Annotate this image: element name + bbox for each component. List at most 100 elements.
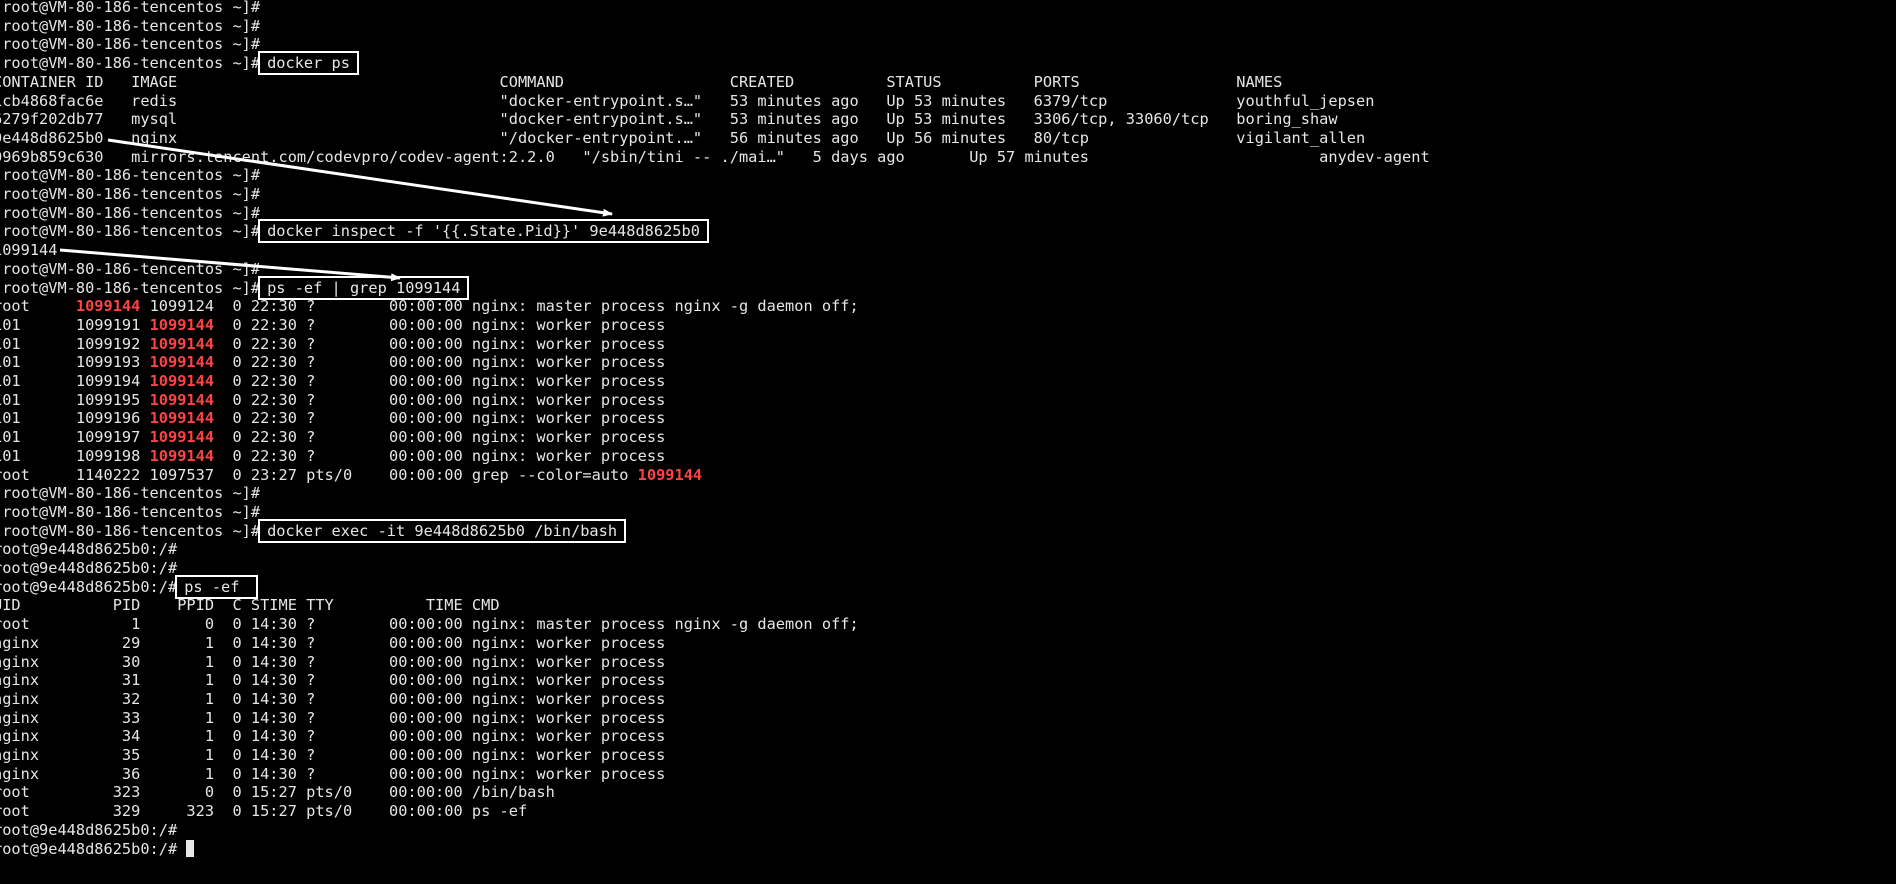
terminal-text: 0 22:30 ? 00:00:00 nginx: worker process — [214, 372, 666, 390]
terminal-line: 101 1099197 1099144 0 22:30 ? 00:00:00 n… — [0, 428, 665, 447]
terminal-text: 1cb4868fac6e redis "docker-entrypoint.s…… — [0, 91, 1375, 110]
terminal-text: nginx 32 1 0 14:30 ? 00:00:00 nginx: wor… — [0, 689, 666, 708]
terminal-text: root 323 0 0 15:27 pts/0 00:00:00 /bin/b… — [0, 783, 555, 802]
highlighted-pid: 1099144 — [149, 353, 215, 372]
boxed-command: docker exec -it 9e448d8625b0 /bin/bash — [258, 518, 627, 543]
terminal-text: root 329 323 0 15:27 pts/0 00:00:00 ps -… — [0, 802, 528, 821]
terminal-line: 6279f202db77 mysql "docker-entrypoint.s…… — [0, 110, 1338, 129]
terminal-line: [root@VM-80-186-tencentos ~]# — [0, 0, 260, 17]
terminal-line: nginx 30 1 0 14:30 ? 00:00:00 nginx: wor… — [0, 653, 665, 672]
terminal-text: root 1 0 0 14:30 ? 00:00:00 nginx: maste… — [0, 615, 859, 634]
terminal-text: [root@VM-80-186-tencentos ~]# — [0, 521, 261, 540]
boxed-command: docker inspect -f '{{.State.Pid}}' 9e448… — [258, 219, 709, 244]
terminal-line: root 1099144 1099124 0 22:30 ? 00:00:00 … — [0, 297, 859, 316]
terminal-line: [root@VM-80-186-tencentos ~]# — [0, 35, 260, 54]
terminal-line: nginx 32 1 0 14:30 ? 00:00:00 nginx: wor… — [0, 690, 665, 709]
terminal-text: [root@VM-80-186-tencentos ~]# — [0, 203, 261, 222]
terminal-line: 0969b859c630 mirrors.tencent.com/codevpr… — [0, 148, 1430, 167]
terminal-text: 101 1099192 — [0, 334, 150, 353]
terminal-line: 101 1099196 1099144 0 22:30 ? 00:00:00 n… — [0, 409, 665, 428]
terminal-text: 101 1099198 — [0, 446, 150, 465]
terminal-text: nginx 30 1 0 14:30 ? 00:00:00 nginx: wor… — [0, 652, 666, 671]
terminal-text: 6279f202db77 mysql "docker-entrypoint.s…… — [0, 110, 1338, 129]
terminal-text: [root@VM-80-186-tencentos ~]# — [0, 278, 261, 297]
highlighted-pid: 1099144 — [149, 409, 215, 428]
terminal-line: [root@VM-80-186-tencentos ~]# docker insp… — [0, 219, 709, 244]
terminal-text: [root@VM-80-186-tencentos ~]# — [0, 16, 261, 35]
terminal-window[interactable]: [root@VM-80-186-tencentos ~]# [root@VM-80… — [0, 0, 1896, 884]
terminal-line: nginx 29 1 0 14:30 ? 00:00:00 nginx: wor… — [0, 634, 665, 653]
terminal-text: [root@VM-80-186-tencentos ~]# — [0, 0, 261, 16]
terminal-line: root 1140222 1097537 0 23:27 pts/0 00:00… — [0, 466, 702, 485]
terminal-line: nginx 31 1 0 14:30 ? 00:00:00 nginx: wor… — [0, 671, 665, 690]
terminal-line: 101 1099194 1099144 0 22:30 ? 00:00:00 n… — [0, 372, 665, 391]
terminal-line: [root@VM-80-186-tencentos ~]# — [0, 484, 260, 503]
terminal-line: 1cb4868fac6e redis "docker-entrypoint.s…… — [0, 92, 1374, 111]
terminal-line: nginx 34 1 0 14:30 ? 00:00:00 nginx: wor… — [0, 727, 665, 746]
terminal-text: nginx 34 1 0 14:30 ? 00:00:00 nginx: wor… — [0, 727, 666, 746]
terminal-text: 0 22:30 ? 00:00:00 nginx: worker process — [214, 390, 666, 409]
terminal-text: nginx 31 1 0 14:30 ? 00:00:00 nginx: wor… — [0, 671, 666, 690]
terminal-line: nginx 33 1 0 14:30 ? 00:00:00 nginx: wor… — [0, 709, 665, 728]
terminal-text: 101 1099193 — [0, 353, 150, 372]
terminal-text: CONTAINER ID IMAGE COMMAND CREATED STATU… — [0, 72, 1283, 91]
highlighted-pid: 1099144 — [149, 428, 215, 447]
highlighted-pid: 1099144 — [75, 297, 141, 316]
terminal-text: 101 1099194 — [0, 372, 150, 390]
terminal-line: [root@VM-80-186-tencentos ~]# — [0, 17, 260, 36]
terminal-line: root@9e448d8625b0:/# ps -ef — [0, 574, 258, 599]
terminal-line: root 329 323 0 15:27 pts/0 00:00:00 ps -… — [0, 802, 527, 821]
terminal-text: nginx 35 1 0 14:30 ? 00:00:00 nginx: wor… — [0, 746, 666, 764]
highlighted-pid: 1099144 — [149, 334, 215, 353]
terminal-text: [root@VM-80-186-tencentos ~]# — [0, 484, 261, 503]
terminal-line: [root@VM-80-186-tencentos ~]# — [0, 166, 260, 185]
terminal-text: [root@VM-80-186-tencentos ~]# — [0, 166, 261, 185]
boxed-command: ps -ef | grep 1099144 — [258, 275, 470, 300]
terminal-line: root@9e448d8625b0:/# — [0, 821, 177, 840]
highlighted-pid: 1099144 — [149, 315, 215, 334]
highlighted-pid: 1099144 — [149, 390, 215, 409]
terminal-text: root 1140222 1097537 0 23:27 pts/0 00:00… — [0, 465, 638, 484]
highlighted-pid: 1099144 — [149, 446, 215, 465]
terminal-text: 101 1099197 — [0, 428, 150, 447]
terminal-text: root@9e448d8625b0:/# — [0, 559, 178, 577]
terminal-line: CONTAINER ID IMAGE COMMAND CREATED STATU… — [0, 73, 1282, 92]
terminal-line: root@9e448d8625b0:/# — [0, 839, 195, 859]
terminal-line: UID PID PPID C STIME TTY TIME CMD — [0, 596, 500, 615]
terminal-text: [root@VM-80-186-tencentos ~]# — [0, 222, 261, 241]
terminal-line: nginx 36 1 0 14:30 ? 00:00:00 nginx: wor… — [0, 765, 665, 784]
terminal-text: [root@VM-80-186-tencentos ~]# — [0, 259, 261, 278]
terminal-line: root@9e448d8625b0:/# — [0, 540, 177, 559]
terminal-line: 101 1099198 1099144 0 22:30 ? 00:00:00 n… — [0, 447, 665, 466]
terminal-text: root — [0, 297, 76, 316]
terminal-line: [root@VM-80-186-tencentos ~]# docker exec… — [0, 518, 627, 543]
terminal-line: 9e448d8625b0 nginx "/docker-entrypoint.…… — [0, 129, 1365, 148]
terminal-text: 0 22:30 ? 00:00:00 nginx: worker process — [214, 428, 666, 447]
terminal-line: 1099144 — [0, 241, 57, 260]
terminal-line: root 1 0 0 14:30 ? 00:00:00 nginx: maste… — [0, 615, 859, 634]
terminal-line: [root@VM-80-186-tencentos ~]# docker ps — [0, 51, 359, 76]
terminal-line: nginx 35 1 0 14:30 ? 00:00:00 nginx: wor… — [0, 746, 665, 765]
terminal-text: 0969b859c630 mirrors.tencent.com/codevpr… — [0, 147, 1430, 166]
terminal-text: nginx 33 1 0 14:30 ? 00:00:00 nginx: wor… — [0, 708, 666, 727]
terminal-text: 0 22:30 ? 00:00:00 nginx: worker process — [214, 446, 666, 465]
terminal-line: [root@VM-80-186-tencentos ~]# — [0, 185, 260, 204]
terminal-text: 101 1099195 — [0, 390, 150, 409]
terminal-line: 101 1099193 1099144 0 22:30 ? 00:00:00 n… — [0, 353, 665, 372]
terminal-text: [root@VM-80-186-tencentos ~]# — [0, 185, 261, 203]
boxed-command: docker ps — [258, 51, 359, 76]
terminal-text: UID PID PPID C STIME TTY TIME CMD — [0, 596, 500, 615]
terminal-text: [root@VM-80-186-tencentos ~]# — [0, 35, 261, 54]
terminal-text: nginx 36 1 0 14:30 ? 00:00:00 nginx: wor… — [0, 764, 666, 783]
terminal-text: nginx 29 1 0 14:30 ? 00:00:00 nginx: wor… — [0, 633, 666, 652]
text-cursor[interactable] — [186, 839, 195, 857]
terminal-text: 101 1099196 — [0, 409, 150, 428]
highlighted-pid: 1099144 — [637, 465, 703, 484]
terminal-line: [root@VM-80-186-tencentos ~]# — [0, 260, 260, 279]
terminal-line: root 323 0 0 15:27 pts/0 00:00:00 /bin/b… — [0, 783, 555, 802]
terminal-text: root@9e448d8625b0:/# — [0, 540, 178, 559]
terminal-text: 1099124 0 22:30 ? 00:00:00 nginx: master… — [140, 297, 859, 316]
highlighted-pid: 1099144 — [149, 372, 215, 390]
terminal-text: root@9e448d8625b0:/# — [0, 820, 178, 839]
terminal-line: [root@VM-80-186-tencentos ~]# — [0, 204, 260, 223]
